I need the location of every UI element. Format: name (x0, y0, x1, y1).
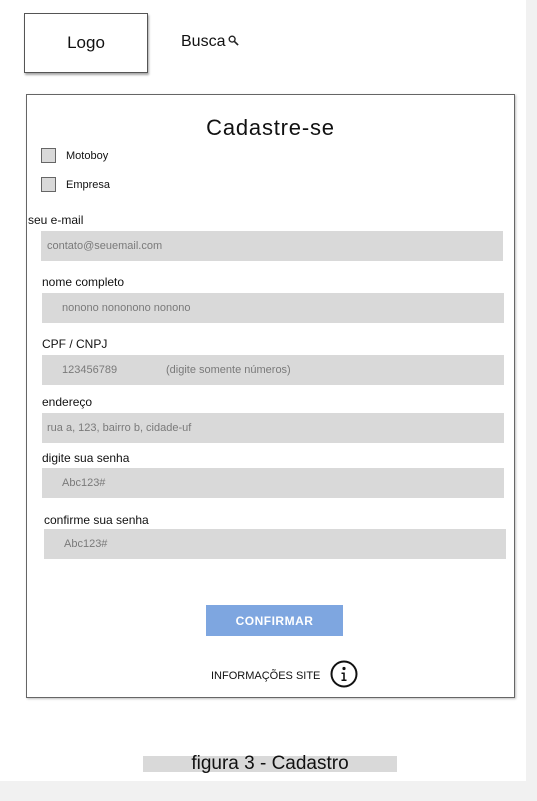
site-info-label: INFORMAÇÕES SITE (211, 669, 321, 682)
page: Logo Busca Cadastre-se Motoboy Empresa s… (0, 0, 526, 781)
figure-caption: figura 3 - Cadastro (143, 753, 397, 774)
site-info[interactable]: INFORMAÇÕES SITE (211, 660, 358, 691)
cpf-field[interactable]: 123456789 (digite somente números) (42, 355, 504, 385)
address-label: endereço (42, 395, 93, 409)
email-label: seu e-mail (28, 213, 84, 227)
form-title: Cadastre-se (206, 115, 335, 140)
info-icon[interactable] (330, 660, 358, 691)
email-field[interactable]: contato@seuemail.com (41, 231, 503, 261)
name-label: nome completo (42, 275, 125, 289)
cpf-label: CPF / CNPJ (42, 337, 108, 351)
email-placeholder: contato@seuemail.com (47, 240, 163, 252)
confirm-password-field[interactable]: Abc123# (44, 529, 506, 559)
confirm-password-label: confirme sua senha (44, 513, 149, 527)
confirm-password-placeholder: Abc123# (64, 538, 108, 550)
motoboy-label: Motoboy (66, 149, 109, 162)
name-placeholder: nonono nononono nonono (62, 302, 191, 314)
account-type-empresa[interactable]: Empresa (41, 177, 110, 192)
search-label: Busca (181, 33, 226, 50)
address-field[interactable]: rua a, 123, bairro b, cidade-uf (42, 413, 504, 443)
address-placeholder: rua a, 123, bairro b, cidade-uf (47, 422, 192, 434)
confirm-button[interactable]: CONFIRMAR (206, 605, 343, 636)
logo[interactable]: Logo (24, 13, 148, 73)
empresa-label: Empresa (66, 178, 111, 191)
search-link[interactable]: Busca (181, 33, 240, 51)
cpf-hint: (digite somente números) (166, 364, 291, 376)
signup-form: Cadastre-se Motoboy Empresa seu e-mail c… (26, 94, 515, 698)
motoboy-checkbox[interactable] (41, 148, 56, 163)
password-field[interactable]: Abc123# (42, 468, 504, 498)
logo-label: Logo (67, 33, 105, 52)
figure-caption-text: figura 3 - Cadastro (191, 753, 349, 774)
cpf-placeholder: 123456789 (62, 364, 118, 376)
account-type-motoboy[interactable]: Motoboy (41, 148, 108, 163)
name-field[interactable]: nonono nononono nonono (42, 293, 504, 323)
search-icon[interactable] (228, 33, 240, 51)
password-label: digite sua senha (42, 451, 130, 465)
password-placeholder: Abc123# (62, 477, 106, 489)
empresa-checkbox[interactable] (41, 177, 56, 192)
